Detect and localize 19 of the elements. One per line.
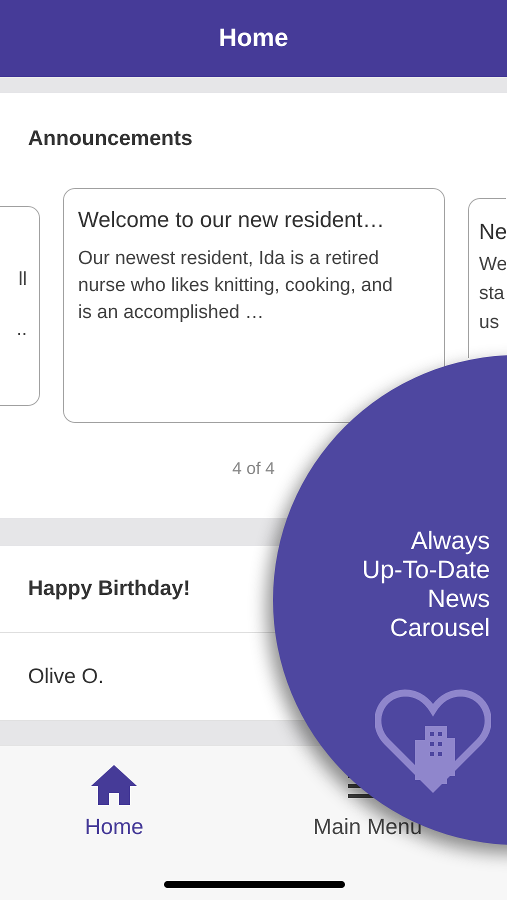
tab[interactable]: Home (84, 762, 144, 843)
card-text: ll (18, 268, 27, 292)
card-text: We (479, 254, 506, 277)
promo-text: Up-To-Date (362, 556, 490, 585)
section-title: Announcements (27, 126, 194, 152)
card-text: us (479, 312, 500, 334)
promo-text: News (426, 585, 490, 614)
announcement-card[interactable]: Ne We sta us (468, 198, 506, 358)
card-text: .. (16, 319, 27, 342)
card-text: sta (479, 282, 506, 306)
card-text: Our newest resident, Ida is a retired nurse who likes knitting, cooking, and is an accomplished … (78, 247, 394, 325)
heart-building-icon (375, 688, 491, 794)
card-title: Ne (479, 218, 506, 246)
announcement-card[interactable]: ll .. (0, 206, 40, 406)
card-title: Welcome to our new resident… (78, 206, 386, 234)
page-indicator: 4 of 4 (231, 458, 276, 480)
announcement-card[interactable]: Welcome to our new resident… Our newest resident, Ida is a retired nurse who likes knitting, cooking, and is an accomplished … (63, 188, 445, 423)
header-title: Home (0, 0, 507, 77)
home-icon (89, 762, 140, 806)
